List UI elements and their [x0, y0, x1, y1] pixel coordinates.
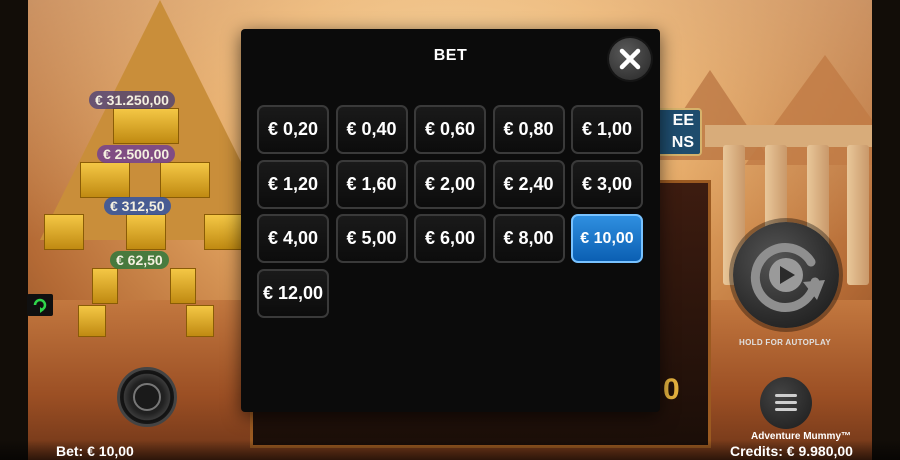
gold-block [170, 268, 196, 304]
bet-option[interactable]: € 1,60 [335, 159, 408, 209]
gold-block [80, 162, 130, 198]
gold-block [186, 305, 214, 337]
gold-block [126, 214, 166, 250]
autoplay-hint: HOLD FOR AUTOPLAY [739, 338, 831, 347]
bet-option[interactable]: € 2,40 [492, 159, 565, 209]
bet-option[interactable]: € 0,20 [257, 105, 329, 154]
gold-block [78, 305, 106, 337]
gold-block [113, 108, 179, 144]
jackpot-label-2: € 2.500,00 [97, 145, 176, 163]
chip-icon [133, 383, 161, 411]
jackpot-label-1: € 31.250,00 [89, 91, 175, 109]
bet-modal: BET € 0,20 € 0,40 € 0,60 € 0,80 € 1,00 € 1,20… [241, 29, 660, 412]
bet-option-selected[interactable]: € 10,00 [571, 214, 643, 263]
autoplay-icon [750, 243, 825, 312]
gold-block [44, 214, 84, 250]
left-edge [0, 0, 28, 460]
game-title: Adventure Mummy™ [751, 431, 852, 442]
bet-chip-button[interactable] [117, 367, 177, 427]
menu-bar [775, 408, 797, 411]
bet-option[interactable]: € 1,00 [571, 105, 643, 154]
bet-option[interactable]: € 4,00 [257, 214, 329, 263]
bet-option[interactable]: € 0,40 [335, 105, 408, 154]
replay-icon-svg [33, 298, 47, 313]
bet-option[interactable]: € 12,00 [257, 268, 329, 318]
bet-option[interactable]: € 1,20 [257, 159, 329, 209]
temple-column [847, 145, 869, 285]
bet-option[interactable]: € 5,00 [335, 214, 408, 263]
bet-option[interactable]: € 8,00 [492, 214, 565, 263]
menu-bar [775, 401, 797, 404]
close-button[interactable] [609, 38, 651, 80]
jackpot-label-4: € 62,50 [110, 251, 169, 269]
gold-block [204, 214, 244, 250]
temple-lintel [705, 125, 875, 147]
bet-option[interactable]: € 0,60 [414, 105, 486, 154]
spin-autoplay-button[interactable] [733, 222, 839, 328]
right-edge [872, 0, 900, 460]
menu-button[interactable] [760, 377, 812, 429]
bet-option[interactable]: € 3,00 [571, 159, 643, 209]
menu-bar [775, 394, 797, 397]
gold-block [160, 162, 210, 198]
close-icon [619, 48, 641, 70]
credits-amount: Credits: € 9.980,00 [730, 443, 853, 459]
reel-symbol: 0 [663, 373, 680, 406]
jackpot-label-3: € 312,50 [104, 197, 171, 215]
modal-title: BET [433, 47, 468, 64]
gold-block [92, 268, 118, 304]
bet-option[interactable]: € 2,00 [414, 159, 486, 209]
bet-option[interactable]: € 0,80 [492, 105, 565, 154]
replay-icon[interactable] [27, 294, 53, 316]
bet-option[interactable]: € 6,00 [414, 214, 486, 263]
bet-amount: Bet: € 10,00 [56, 443, 134, 459]
